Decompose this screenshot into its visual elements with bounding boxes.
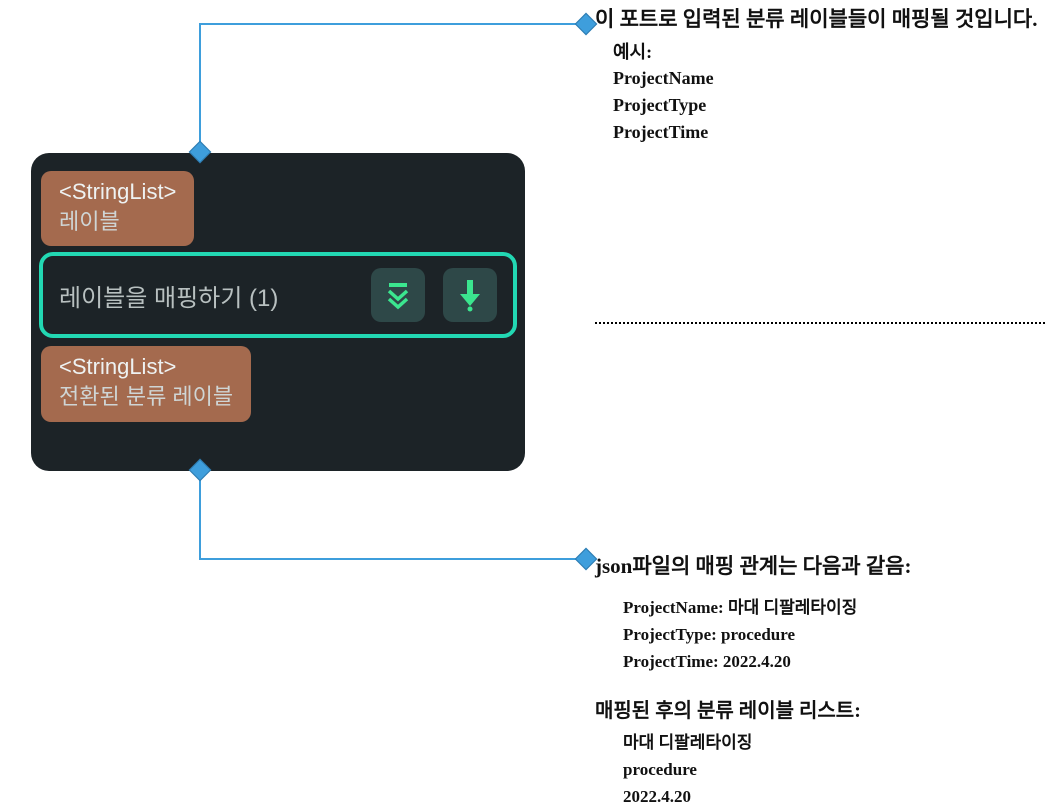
input-port-label: 레이블 xyxy=(59,207,176,237)
connector-diamond-top xyxy=(575,13,598,36)
example-item: ProjectType xyxy=(613,92,1037,119)
mapped-value: 2022.4.20 xyxy=(623,783,1055,810)
block-title: 레이블을 매핑하기 (1) xyxy=(59,278,353,313)
mapping-row: ProjectType: procedure xyxy=(623,621,1055,648)
expand-button[interactable] xyxy=(371,268,425,322)
mapping-row: ProjectName: 마대 디팔레타이징 xyxy=(623,594,1055,621)
mapped-list-heading: 매핑된 후의 분류 레이블 리스트: xyxy=(595,694,1055,723)
output-port-label: 전환된 분류 레이블 xyxy=(59,382,233,412)
annotation-bottom: json파일의 매핑 관계는 다음과 같음: ProjectName: 마대 디… xyxy=(595,550,1055,810)
dotted-divider xyxy=(595,322,1045,324)
mapping-value: 마대 디팔레타이징 xyxy=(728,598,857,617)
output-port[interactable]: <StringList> 전환된 분류 레이블 xyxy=(41,346,251,421)
annotation-bottom-heading: json파일의 매핑 관계는 다음과 같음: xyxy=(595,550,1055,580)
mapping-value: 2022.4.20 xyxy=(723,652,791,671)
input-port-type: <StringList> xyxy=(59,177,176,207)
mapping-key: ProjectName: xyxy=(623,594,724,621)
mapping-list: ProjectName: 마대 디팔레타이징 ProjectType: proc… xyxy=(623,594,1055,676)
arrow-down-icon xyxy=(456,278,484,312)
node-block: <StringList> 레이블 레이블을 매핑하기 (1) <StringLi… xyxy=(31,153,525,471)
mapped-value: 마대 디팔레타이징 xyxy=(623,729,1055,756)
block-highlighted[interactable]: 레이블을 매핑하기 (1) xyxy=(39,252,517,338)
example-label: 예시: xyxy=(613,41,1037,64)
mapped-value: procedure xyxy=(623,756,1055,783)
mapping-key: ProjectTime: xyxy=(623,648,719,675)
example-items: ProjectName ProjectType ProjectTime xyxy=(613,65,1037,146)
mapping-value: procedure xyxy=(721,625,795,644)
annotation-top-text: 이 포트로 입력된 분류 레이블들이 매핑될 것입니다. xyxy=(595,6,1037,33)
output-port-type: <StringList> xyxy=(59,352,233,382)
example-item: ProjectName xyxy=(613,65,1037,92)
double-chevron-down-icon xyxy=(383,280,413,310)
example-item: ProjectTime xyxy=(613,119,1037,146)
mapping-key: ProjectType: xyxy=(623,621,717,648)
mapping-row: ProjectTime: 2022.4.20 xyxy=(623,648,1055,675)
input-port[interactable]: <StringList> 레이블 xyxy=(41,171,194,246)
run-button[interactable] xyxy=(443,268,497,322)
annotation-top: 이 포트로 입력된 분류 레이블들이 매핑될 것입니다. 예시: Project… xyxy=(595,6,1037,146)
connector-diamond-bottom xyxy=(575,548,598,571)
